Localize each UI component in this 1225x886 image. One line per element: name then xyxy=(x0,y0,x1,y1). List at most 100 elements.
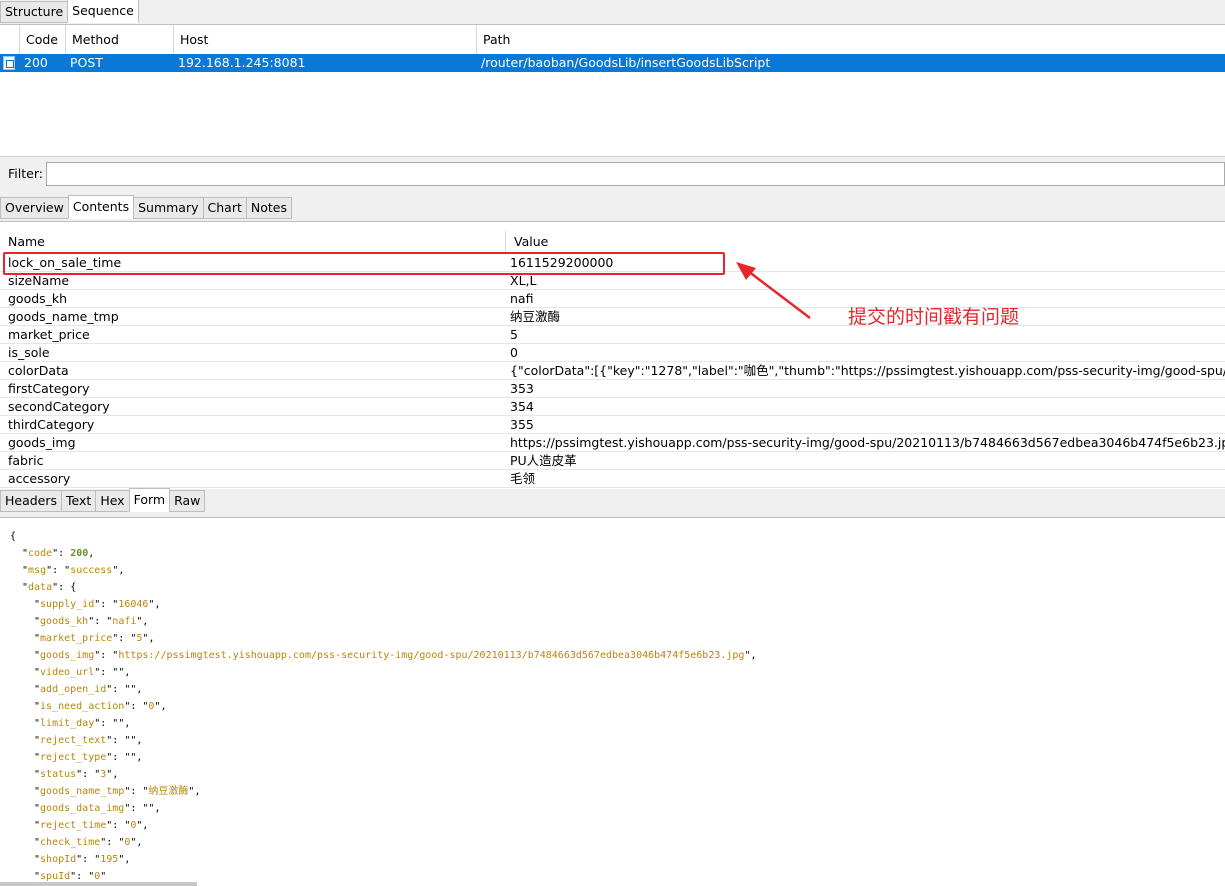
kv-row[interactable]: accessory 毛领 xyxy=(0,470,1225,488)
tab-headers[interactable]: Headers xyxy=(0,490,63,512)
filter-label: Filter: xyxy=(8,166,43,181)
json-key: market_price xyxy=(40,633,113,644)
json-value: https://pssimgtest.yishouapp.com/pss-sec… xyxy=(118,650,745,661)
kv-name: market_price xyxy=(8,327,90,342)
kv-row[interactable]: market_price 5 xyxy=(0,326,1225,344)
json-line: "reject_time": "0", xyxy=(34,820,149,831)
row-method: POST xyxy=(70,55,103,70)
kv-row[interactable]: colorData {"colorData":[{"key":"1278","la… xyxy=(0,362,1225,380)
json-line: "code": 200, xyxy=(22,548,95,559)
kv-row[interactable]: thirdCategory 355 xyxy=(0,416,1225,434)
kv-row[interactable]: firstCategory 353 xyxy=(0,380,1225,398)
json-line: "reject_type": "", xyxy=(34,752,143,763)
kv-name: goods_name_tmp xyxy=(8,309,119,324)
json-punct: { xyxy=(10,531,17,542)
tab-hex[interactable]: Hex xyxy=(95,490,130,512)
table-header-path[interactable]: Path xyxy=(477,25,1225,54)
kv-value: PU人造皮革 xyxy=(510,453,577,468)
table-row-selected[interactable]: 200 POST 192.168.1.245:8081 /router/baob… xyxy=(0,54,1225,72)
kv-row[interactable]: goods_img https://pssimgtest.yishouapp.co… xyxy=(0,434,1225,452)
kv-value: 毛领 xyxy=(510,471,536,486)
kv-name: accessory xyxy=(8,471,71,486)
json-line: "add_open_id": "", xyxy=(34,684,143,695)
json-key: msg xyxy=(28,565,47,576)
kv-row[interactable]: fabric PU人造皮革 xyxy=(0,452,1225,470)
json-response-view[interactable]: {"code": 200, "msg": "success", "data": {"… xyxy=(0,517,1225,886)
tab-sequence[interactable]: Sequence xyxy=(67,0,139,23)
tab-overview[interactable]: Overview xyxy=(0,197,69,219)
json-key: goods_data_img xyxy=(40,803,125,814)
json-value: 3 xyxy=(100,769,107,780)
json-value: nafi xyxy=(112,616,137,627)
json-key: data xyxy=(28,582,53,593)
top-tab-bar: Structure Sequence xyxy=(0,0,139,23)
json-line: "goods_img": "https://pssimgtest.yishoua… xyxy=(34,650,757,661)
kv-name: goods_kh xyxy=(8,291,68,306)
arrow-icon xyxy=(736,262,811,319)
tab-chart[interactable]: Chart xyxy=(202,197,247,219)
json-line: "status": "3", xyxy=(34,769,119,780)
json-line: "shopId": "195", xyxy=(34,854,131,865)
horizontal-scrollbar[interactable] xyxy=(0,882,197,886)
json-key: shopId xyxy=(40,854,77,865)
highlight-box xyxy=(3,252,725,275)
json-line: "market_price": "5", xyxy=(34,633,155,644)
json-value: 195 xyxy=(100,854,119,865)
tab-summary[interactable]: Summary xyxy=(133,197,204,219)
tab-form[interactable]: Form xyxy=(128,488,171,512)
json-line: "data": { xyxy=(22,582,77,593)
kv-name: fabric xyxy=(8,453,44,468)
tab-raw[interactable]: Raw xyxy=(169,490,206,512)
json-value: 纳豆激酶 xyxy=(148,786,189,797)
kv-name: goods_img xyxy=(8,435,76,450)
json-line: "check_time": "0", xyxy=(34,837,143,848)
table-header-code[interactable]: Code xyxy=(20,25,66,54)
table-header-host[interactable]: Host xyxy=(174,25,477,54)
kv-row[interactable]: secondCategory 354 xyxy=(0,398,1225,416)
json-line: "goods_name_tmp": "纳豆激酶", xyxy=(34,786,201,797)
kv-row[interactable]: goods_name_tmp 纳豆激酶 xyxy=(0,308,1225,326)
document-icon xyxy=(3,56,15,70)
json-key: spuId xyxy=(40,871,71,882)
json-key: goods_img xyxy=(40,650,95,661)
kv-name: secondCategory xyxy=(8,399,110,414)
kv-header-value[interactable]: Value xyxy=(506,231,1225,253)
json-key: supply_id xyxy=(40,599,95,610)
kv-row[interactable]: goods_kh nafi xyxy=(0,290,1225,308)
response-tab-bar: Headers Text Hex Form Raw xyxy=(0,488,206,512)
json-line: "limit_day": "", xyxy=(34,718,131,729)
json-key: check_time xyxy=(40,837,101,848)
tab-structure[interactable]: Structure xyxy=(0,1,69,23)
kv-row[interactable]: is_sole 0 xyxy=(0,344,1225,362)
row-host: 192.168.1.245:8081 xyxy=(178,55,306,70)
kv-value: 354 xyxy=(510,399,534,414)
json-value: 16046 xyxy=(118,599,149,610)
json-value: 0 xyxy=(148,701,155,712)
kv-name: thirdCategory xyxy=(8,417,95,432)
kv-header-name[interactable]: Name xyxy=(0,231,506,253)
kv-value: 353 xyxy=(510,381,534,396)
row-code: 200 xyxy=(24,55,48,70)
json-value: success xyxy=(70,565,113,576)
tab-notes[interactable]: Notes xyxy=(245,197,292,219)
json-key: video_url xyxy=(40,667,95,678)
request-table: Code Method Host Path 200 POST 192.168.1… xyxy=(0,24,1225,156)
annotation-text: 提交的时间戳有问题 xyxy=(848,306,1020,328)
kv-name: colorData xyxy=(8,363,69,378)
tab-contents[interactable]: Contents xyxy=(67,195,135,219)
json-key: limit_day xyxy=(40,718,95,729)
json-line: "is_need_action": "0", xyxy=(34,701,167,712)
json-line: { xyxy=(10,528,16,545)
json-key: goods_name_tmp xyxy=(40,786,125,797)
table-header-method[interactable]: Method xyxy=(66,25,174,54)
detail-tab-bar: Overview Contents Summary Chart Notes xyxy=(0,195,292,219)
tab-text[interactable]: Text xyxy=(61,490,97,512)
filter-input[interactable] xyxy=(46,162,1225,186)
json-line: "supply_id": "16046", xyxy=(34,599,161,610)
json-key: code xyxy=(28,548,53,559)
kv-value: 0 xyxy=(510,345,518,360)
json-value: 5 xyxy=(136,633,143,644)
json-value: 0 xyxy=(124,837,131,848)
json-key: reject_time xyxy=(40,820,107,831)
table-header-icon-col xyxy=(0,25,20,54)
